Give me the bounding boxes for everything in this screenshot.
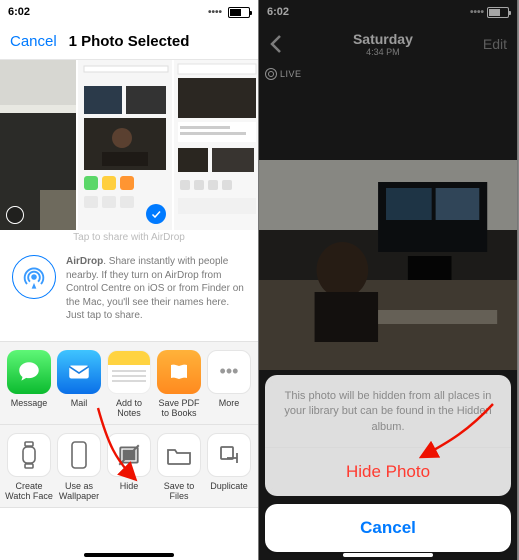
home-indicator[interactable] <box>84 553 174 557</box>
status-time: 6:02 <box>8 6 30 18</box>
unselected-circle-icon[interactable] <box>6 206 24 224</box>
folder-icon <box>157 433 201 477</box>
thumbnail-selected[interactable] <box>78 60 172 230</box>
share-app-books[interactable]: Save PDF to Books <box>154 350 204 418</box>
airdrop-icon[interactable] <box>12 255 56 299</box>
hide-icon <box>107 433 151 477</box>
home-indicator[interactable] <box>343 553 433 557</box>
duplicate-icon <box>207 433 251 477</box>
action-duplicate[interactable]: Duplicate <box>204 433 254 501</box>
action-hide[interactable]: Hide <box>104 433 154 501</box>
ellipsis-icon[interactable]: ••• <box>207 350 251 394</box>
airdrop-hint: Tap to share with AirDrop <box>0 230 258 245</box>
airdrop-section: AirDrop. Share instantly with people nea… <box>0 245 258 341</box>
share-apps-row: Message Mail Add to Notes Save PDF t <box>0 341 258 425</box>
page-title: 1 Photo Selected <box>69 33 190 50</box>
share-app-notes[interactable]: Add to Notes <box>104 350 154 418</box>
action-wallpaper[interactable]: Use as Wallpaper <box>54 433 104 501</box>
thumbnail-next[interactable] <box>174 60 258 230</box>
action-sheet: This photo will be hidden from all place… <box>265 375 511 552</box>
cancel-button[interactable]: Cancel <box>10 33 57 50</box>
share-app-message[interactable]: Message <box>4 350 54 418</box>
photo-thumbnails-row[interactable] <box>0 60 258 230</box>
thumbnail-prev[interactable] <box>0 60 76 230</box>
signal-dots: •••• <box>208 7 222 18</box>
share-app-mail[interactable]: Mail <box>54 350 104 418</box>
hide-photo-button[interactable]: Hide Photo <box>265 448 511 496</box>
status-bar: 6:02 •••• <box>0 0 258 24</box>
action-save-files[interactable]: Save to Files <box>154 433 204 501</box>
share-sheet-header: Cancel 1 Photo Selected <box>0 24 258 60</box>
action-sheet-message: This photo will be hidden from all place… <box>265 375 511 447</box>
left-screenshot: 6:02 •••• Cancel 1 Photo Selected <box>0 0 259 560</box>
share-actions-row: Create Watch Face Use as Wallpaper Hide … <box>0 425 258 508</box>
battery-icon <box>228 7 250 18</box>
watch-icon <box>7 433 51 477</box>
phone-outline-icon <box>57 433 101 477</box>
action-watch-face[interactable]: Create Watch Face <box>4 433 54 501</box>
right-screenshot: 6:02 •••• Saturday 4:34 PM Edit LIVE <box>259 0 518 560</box>
airdrop-description: AirDrop. Share instantly with people nea… <box>66 255 246 323</box>
action-sheet-cancel-button[interactable]: Cancel <box>265 504 511 552</box>
share-app-more[interactable]: ••• More <box>204 350 254 418</box>
selected-check-icon[interactable] <box>146 204 166 224</box>
